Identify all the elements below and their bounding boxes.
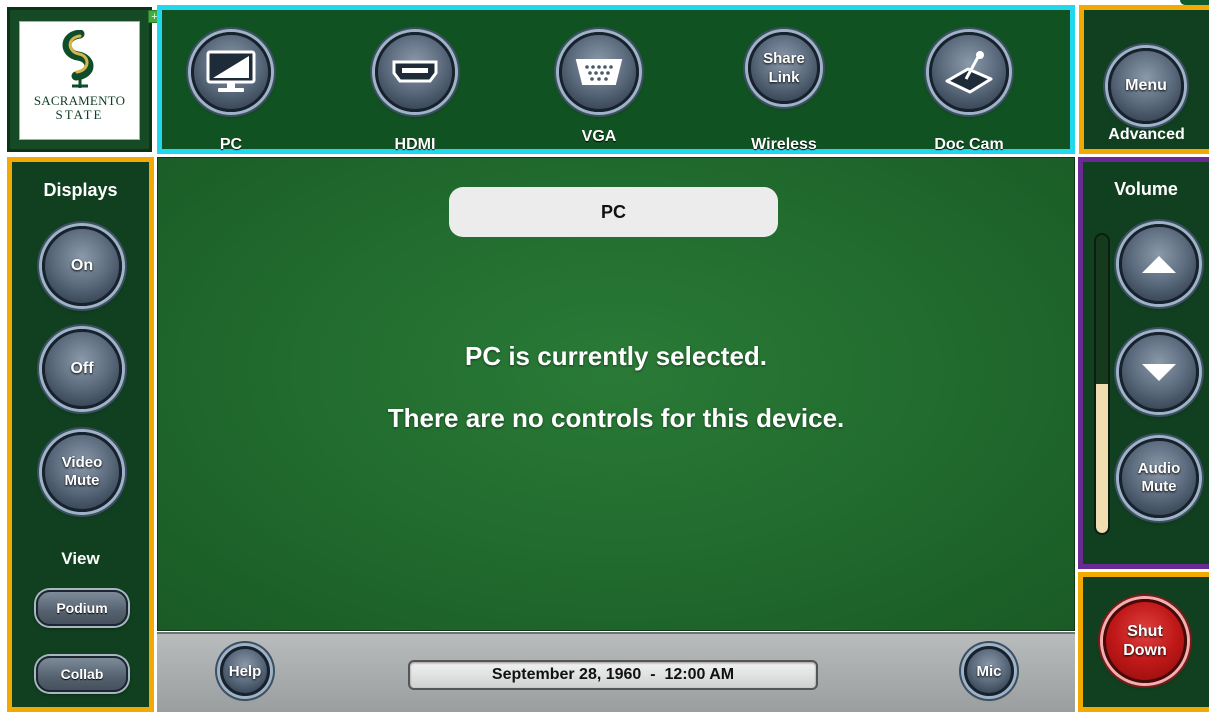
- menu-button[interactable]: Menu: [1108, 48, 1184, 124]
- hornet-s-icon: [62, 30, 94, 88]
- source-label-wireless: Wireless: [751, 136, 817, 153]
- displays-title: Displays: [43, 180, 118, 200]
- source-label-hdmi: HDMI: [394, 136, 436, 153]
- volume-level-bar[interactable]: [1094, 233, 1110, 535]
- help-button[interactable]: Help: [220, 646, 270, 696]
- volume-level-fill: [1096, 384, 1108, 533]
- logo-panel: SACRAMENTO STATE +: [7, 7, 161, 152]
- status-message-line-1: PC is currently selected.: [464, 341, 768, 371]
- source-vga[interactable]: VGA: [544, 28, 654, 154]
- source-label-doc-cam: Doc Cam: [934, 136, 1004, 153]
- logo-wordmark: SACRAMENTO STATE: [20, 94, 139, 122]
- hdmi-port-icon: [392, 60, 438, 83]
- source-doc-cam[interactable]: Doc Cam: [914, 28, 1024, 154]
- audio-mute-button[interactable]: Audio Mute: [1119, 438, 1199, 518]
- date-time-display: September 28, 1960 - 12:00 AM: [408, 660, 818, 690]
- vga-source-button[interactable]: [559, 32, 639, 112]
- source-label-vga: VGA: [581, 128, 617, 145]
- display-off-button[interactable]: Off: [42, 329, 122, 409]
- source-selection-bar: PC HDMI VGA Share Link Wireless Doc Cam: [157, 5, 1075, 154]
- displays-panel: Displays On Off Video Mute View Podium C…: [7, 157, 154, 712]
- source-label-pc: PC: [219, 136, 243, 153]
- share-link-button[interactable]: Share Link: [748, 32, 820, 104]
- volume-title: Volume: [1114, 179, 1178, 199]
- advanced-label: Advanced: [1108, 126, 1185, 143]
- monitor-icon: [206, 50, 256, 92]
- source-pc[interactable]: PC: [176, 28, 286, 154]
- display-on-button[interactable]: On: [42, 226, 122, 306]
- volume-up-button[interactable]: [1119, 224, 1199, 304]
- collab-view-button[interactable]: Collab: [36, 656, 128, 692]
- volume-down-button[interactable]: [1119, 332, 1199, 412]
- main-content-area: PC PC is currently selected. There are n…: [157, 157, 1075, 631]
- document-camera-icon: [945, 51, 993, 94]
- logo-line-1: SACRAMENTO: [33, 93, 126, 108]
- arrow-down-icon: [1142, 363, 1176, 381]
- corner-decoration: [1180, 0, 1209, 5]
- source-wireless[interactable]: Share Link Wireless: [729, 28, 839, 154]
- shutdown-panel: Shut Down: [1078, 572, 1209, 712]
- arrow-up-icon: [1142, 255, 1176, 273]
- logo-line-2: STATE: [55, 107, 104, 122]
- advanced-panel: Menu Advanced: [1079, 5, 1209, 154]
- doc-cam-source-button[interactable]: [929, 32, 1009, 112]
- mic-button[interactable]: Mic: [964, 646, 1014, 696]
- shut-down-button[interactable]: Shut Down: [1103, 599, 1187, 683]
- volume-panel: Volume Audio Mute: [1078, 157, 1209, 569]
- view-title: View: [61, 549, 100, 568]
- podium-view-button[interactable]: Podium: [36, 590, 128, 626]
- status-message-line-2: There are no controls for this device.: [387, 403, 845, 433]
- bottom-bar: Help September 28, 1960 - 12:00 AM Mic: [157, 632, 1075, 712]
- sacramento-state-logo: SACRAMENTO STATE: [19, 21, 140, 140]
- selected-source-title: PC: [449, 187, 778, 237]
- pc-source-button[interactable]: [191, 32, 271, 112]
- source-hdmi[interactable]: HDMI: [360, 28, 470, 154]
- vga-port-icon: [575, 59, 623, 85]
- hdmi-source-button[interactable]: [375, 32, 455, 112]
- video-mute-button[interactable]: Video Mute: [42, 432, 122, 512]
